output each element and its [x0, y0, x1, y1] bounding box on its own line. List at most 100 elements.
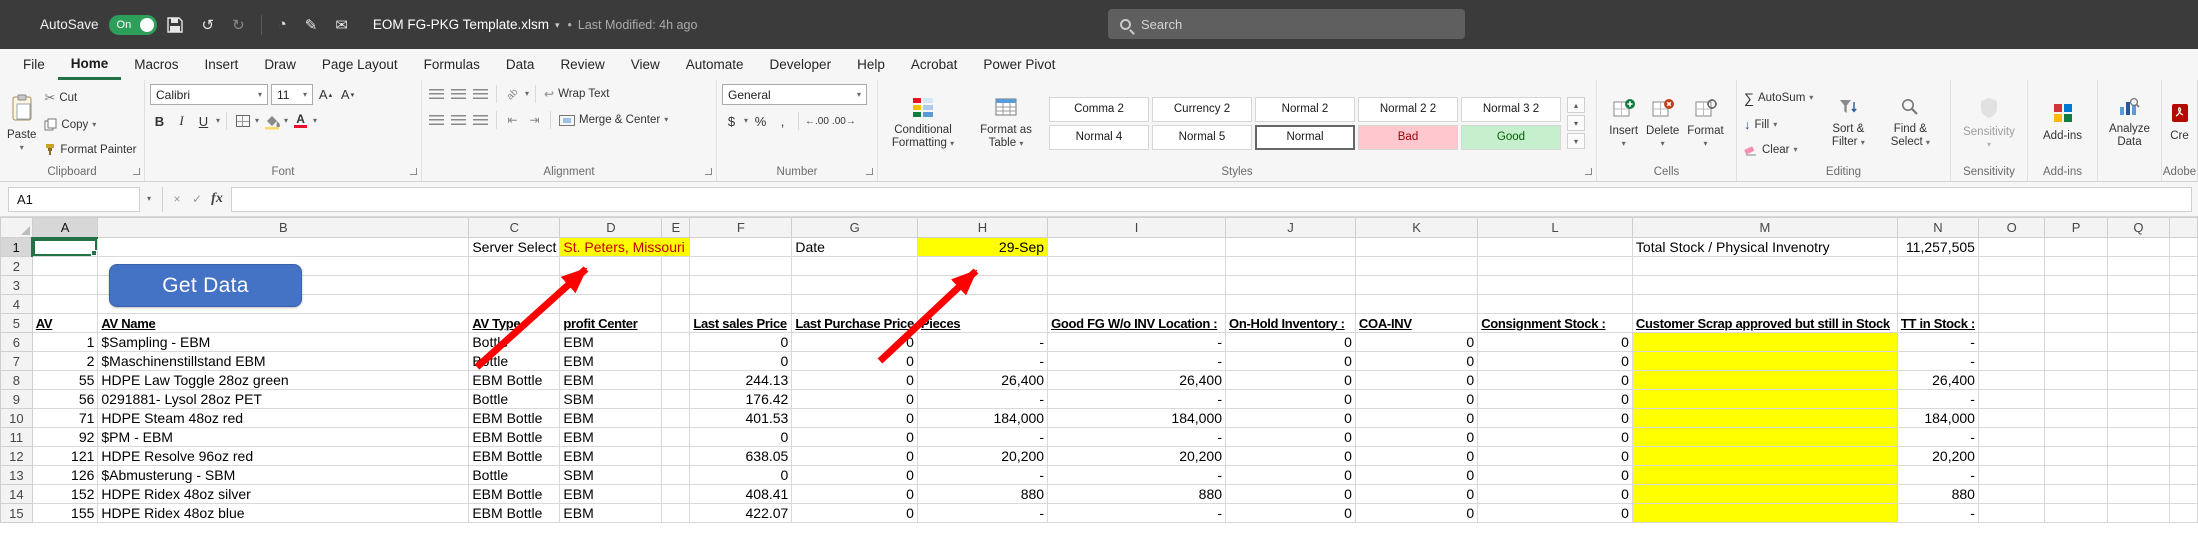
cell-J4[interactable]: [1226, 295, 1356, 314]
cell-M6[interactable]: [1632, 333, 1897, 352]
clipboard-dialog-launcher-icon[interactable]: [133, 168, 140, 175]
cell-Q2[interactable]: [2107, 257, 2169, 276]
cell-J11[interactable]: 0: [1226, 428, 1356, 447]
cell-G14[interactable]: 0: [792, 485, 918, 504]
cell-N8[interactable]: 26,400: [1897, 371, 1978, 390]
cell-D7[interactable]: EBM: [560, 352, 662, 371]
col-header-O[interactable]: O: [1978, 218, 2044, 238]
cell-F6[interactable]: 0: [690, 333, 792, 352]
menu-tab-home[interactable]: Home: [58, 49, 122, 80]
copy-button[interactable]: Copy ▾: [42, 117, 138, 132]
format-cells-button[interactable]: Format ▾: [1685, 96, 1725, 149]
cell-P8[interactable]: [2045, 371, 2107, 390]
analyze-data-button[interactable]: Analyze Data: [2107, 95, 2152, 152]
row-header-8[interactable]: 8: [1, 371, 33, 390]
format-painter-button[interactable]: Format Painter: [42, 142, 138, 157]
increase-indent-button[interactable]: ⇥: [525, 110, 544, 130]
cell-L1[interactable]: [1478, 238, 1633, 257]
cell-G3[interactable]: [792, 276, 918, 295]
cell-M2[interactable]: [1632, 257, 1897, 276]
cell-L4[interactable]: [1478, 295, 1633, 314]
cell-K8[interactable]: 0: [1355, 371, 1477, 390]
cell-A5[interactable]: AV: [32, 314, 98, 333]
cell-J8[interactable]: 0: [1226, 371, 1356, 390]
cell-D3[interactable]: [560, 276, 662, 295]
cell-J1[interactable]: [1226, 238, 1356, 257]
cell-B15[interactable]: HDPE Ridex 48oz blue: [98, 504, 469, 523]
cell-F8[interactable]: 244.13: [690, 371, 792, 390]
cell-G8[interactable]: 0: [792, 371, 918, 390]
cell-I11[interactable]: -: [1048, 428, 1226, 447]
cell-N12[interactable]: 20,200: [1897, 447, 1978, 466]
cell-H5[interactable]: Pieces: [917, 314, 1047, 333]
cell-A3[interactable]: [32, 276, 98, 295]
borders-button[interactable]: [233, 111, 252, 131]
cell-P15[interactable]: [2045, 504, 2107, 523]
menu-tab-automate[interactable]: Automate: [673, 49, 757, 80]
cell-Q6[interactable]: [2107, 333, 2169, 352]
cell-D11[interactable]: EBM: [560, 428, 662, 447]
cell-Q11[interactable]: [2107, 428, 2169, 447]
cell-M14[interactable]: [1632, 485, 1897, 504]
format-as-table-button[interactable]: Format as Table ▾: [967, 84, 1045, 162]
cell-P10[interactable]: [2045, 409, 2107, 428]
cell-M5[interactable]: Customer Scrap approved but still in Sto…: [1632, 314, 1897, 333]
cell-N15[interactable]: -: [1897, 504, 1978, 523]
cell-C2[interactable]: [469, 257, 560, 276]
cell-C10[interactable]: EBM Bottle: [469, 409, 560, 428]
cell-E14[interactable]: [662, 485, 690, 504]
cell-K5[interactable]: COA-INV: [1355, 314, 1477, 333]
cell-F4[interactable]: [690, 295, 792, 314]
cell-Q8[interactable]: [2107, 371, 2169, 390]
col-header-L[interactable]: L: [1478, 218, 1633, 238]
cell-F13[interactable]: 0: [690, 466, 792, 485]
cell-C13[interactable]: Bottle: [469, 466, 560, 485]
cell-H2[interactable]: [917, 257, 1047, 276]
style-chip-bad[interactable]: Bad: [1358, 125, 1458, 150]
menu-tab-view[interactable]: View: [618, 49, 673, 80]
cell-N4[interactable]: [1897, 295, 1978, 314]
paste-button[interactable]: Paste ▾: [5, 84, 38, 162]
cell-E9[interactable]: [662, 390, 690, 409]
col-header-J[interactable]: J: [1226, 218, 1356, 238]
cell-A11[interactable]: 92: [32, 428, 98, 447]
enter-icon[interactable]: ✓: [187, 192, 207, 206]
cell-J7[interactable]: 0: [1226, 352, 1356, 371]
cell-L2[interactable]: [1478, 257, 1633, 276]
font-dialog-launcher-icon[interactable]: [410, 168, 417, 175]
undo-icon[interactable]: ↺: [202, 16, 215, 34]
decrease-font-size-button[interactable]: A▾: [338, 85, 357, 105]
cell-N13[interactable]: -: [1897, 466, 1978, 485]
styles-dialog-launcher-icon[interactable]: [1585, 168, 1592, 175]
cell-L3[interactable]: [1478, 276, 1633, 295]
cell-D13[interactable]: SBM: [560, 466, 662, 485]
cell-O11[interactable]: [1978, 428, 2044, 447]
cell-J13[interactable]: 0: [1226, 466, 1356, 485]
cell-G5[interactable]: Last Purchase Price: [792, 314, 918, 333]
cell-N11[interactable]: -: [1897, 428, 1978, 447]
cell-K2[interactable]: [1355, 257, 1477, 276]
gallery-more-icon[interactable]: ▾: [1567, 133, 1585, 149]
style-chip-good[interactable]: Good: [1461, 125, 1561, 150]
style-chip-comma-2[interactable]: Comma 2: [1049, 97, 1149, 122]
row-header-3[interactable]: 3: [1, 276, 33, 295]
underline-button[interactable]: U: [194, 111, 213, 131]
cell-M8[interactable]: [1632, 371, 1897, 390]
history-icon[interactable]: ◔: [278, 16, 287, 33]
cell-P4[interactable]: [2045, 295, 2107, 314]
insert-cells-button[interactable]: Insert ▾: [1607, 96, 1640, 149]
orientation-button[interactable]: ab: [503, 84, 522, 104]
cell-J15[interactable]: 0: [1226, 504, 1356, 523]
cell-M3[interactable]: [1632, 276, 1897, 295]
alignment-dialog-launcher-icon[interactable]: [705, 168, 712, 175]
align-bottom-button[interactable]: [471, 84, 490, 104]
name-box[interactable]: A1: [8, 187, 140, 212]
col-header-N[interactable]: N: [1897, 218, 1978, 238]
cell-G9[interactable]: 0: [792, 390, 918, 409]
select-all-corner[interactable]: [1, 218, 33, 238]
cell-I10[interactable]: 184,000: [1048, 409, 1226, 428]
cell-I1[interactable]: [1048, 238, 1226, 257]
cell-L11[interactable]: 0: [1478, 428, 1633, 447]
col-header-B[interactable]: B: [98, 218, 469, 238]
cell-A14[interactable]: 152: [32, 485, 98, 504]
